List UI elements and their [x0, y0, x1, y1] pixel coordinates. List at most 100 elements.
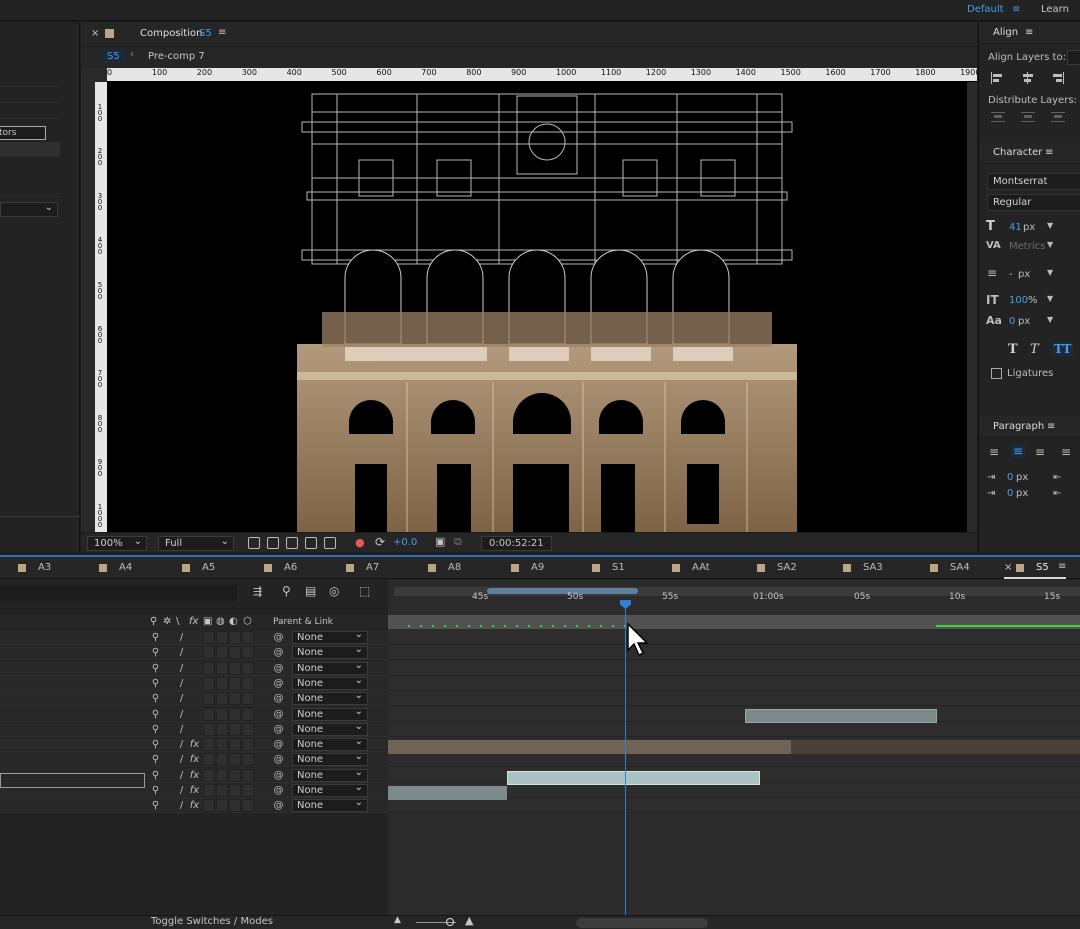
- layer-row[interactable]: ⚲ / fx @ None: [0, 751, 388, 768]
- region-of-interest-icon[interactable]: [305, 537, 317, 549]
- parent-dropdown[interactable]: None: [292, 706, 368, 721]
- effects-switch-icon[interactable]: fx: [189, 754, 200, 765]
- track-row[interactable]: [388, 630, 1080, 645]
- baseline-shift-value[interactable]: 0: [1009, 316, 1015, 327]
- composition-tab-title[interactable]: Composition: [140, 28, 202, 39]
- layer-duration-bar[interactable]: [745, 709, 937, 723]
- parent-dropdown[interactable]: None: [292, 751, 368, 767]
- mask-visibility-icon[interactable]: [286, 537, 298, 549]
- align-right-icon[interactable]: [1051, 72, 1065, 84]
- layer-row[interactable]: ⚲ / @ None: [0, 675, 388, 691]
- 3d-switch[interactable]: [242, 753, 254, 767]
- shy-switch-icon[interactable]: ⚲: [150, 724, 161, 735]
- chevron-down-icon[interactable]: ▼: [1047, 315, 1053, 324]
- shy-switch-icon[interactable]: ⚲: [150, 800, 161, 811]
- close-icon[interactable]: ×: [1004, 562, 1012, 573]
- pick-whip-icon[interactable]: @: [273, 709, 284, 720]
- horizontal-ruler[interactable]: 0 100 200 300 400 500 600 700 800 900 1000 1100 1200…: [107, 68, 980, 82]
- project-row[interactable]: [0, 182, 60, 197]
- pick-whip-icon[interactable]: @: [273, 754, 284, 765]
- pick-whip-icon[interactable]: @: [273, 678, 284, 689]
- motion-blur-switch[interactable]: [216, 784, 228, 797]
- layer-row[interactable]: ⚲ / @ None: [0, 644, 388, 661]
- frame-blend-switch[interactable]: [203, 768, 215, 782]
- workspace-default[interactable]: Default: [967, 4, 1004, 15]
- quality-switch-icon[interactable]: /: [176, 724, 187, 735]
- quality-switch-icon[interactable]: /: [176, 754, 187, 765]
- color-channel-icon[interactable]: ●: [355, 536, 365, 549]
- frame-blend-switch[interactable]: [203, 646, 215, 660]
- pick-whip-icon[interactable]: @: [273, 632, 284, 643]
- resolution-dropdown[interactable]: Full: [158, 535, 234, 551]
- parent-dropdown[interactable]: None: [292, 736, 368, 752]
- project-field[interactable]: tors: [0, 126, 46, 140]
- timeline-tracks[interactable]: 45s 50s 55s 01:00s 05s 10s 15s: [388, 580, 1080, 929]
- motion-blur-column-icon[interactable]: ◍: [216, 616, 225, 627]
- adjustment-switch[interactable]: [229, 661, 241, 675]
- timeline-tab-sa3[interactable]: SA3: [863, 562, 883, 573]
- 3d-switch[interactable]: [242, 692, 254, 706]
- indent-left-value[interactable]: 0: [1007, 472, 1013, 483]
- shy-switch-icon[interactable]: ⚲: [150, 647, 161, 658]
- track-row[interactable]: [388, 691, 1080, 707]
- fast-preview-icon[interactable]: [248, 537, 260, 549]
- parent-dropdown[interactable]: None: [292, 797, 368, 813]
- frame-blend-switch[interactable]: [203, 707, 215, 721]
- adjustment-switch[interactable]: [229, 784, 241, 797]
- track-row[interactable]: [388, 675, 1080, 691]
- align-horizontal-center-icon[interactable]: [1021, 72, 1035, 84]
- project-dropdown[interactable]: ⌄: [0, 202, 58, 217]
- parent-dropdown[interactable]: None: [292, 675, 368, 690]
- panel-menu-icon[interactable]: ≡: [1025, 22, 1033, 44]
- shy-icon[interactable]: ⚲: [150, 616, 157, 627]
- effects-icon[interactable]: fx: [189, 616, 198, 627]
- 3d-switch[interactable]: [242, 676, 254, 690]
- space-before-value[interactable]: 0: [1007, 488, 1013, 499]
- adjustment-switch[interactable]: [229, 692, 241, 706]
- 3d-switch[interactable]: [242, 646, 254, 660]
- comp-mini-flowchart-icon[interactable]: ⇶: [253, 585, 262, 598]
- faux-bold-button[interactable]: T: [1008, 342, 1018, 357]
- layer-search-input[interactable]: [0, 585, 237, 601]
- effects-switch-icon[interactable]: fx: [189, 770, 200, 781]
- zoom-slider-handle[interactable]: [446, 918, 454, 926]
- timeline-tab-a7[interactable]: A7: [366, 562, 379, 573]
- adjustment-switch[interactable]: [229, 753, 241, 767]
- frame-blend-switch[interactable]: [203, 692, 215, 706]
- shy-switch-icon[interactable]: ⚲: [150, 709, 161, 720]
- 3d-switch[interactable]: [242, 799, 254, 813]
- reset-exposure-icon[interactable]: ⟳: [375, 535, 385, 549]
- motion-blur-switch[interactable]: [216, 753, 228, 767]
- timeline-tab-a8[interactable]: A8: [448, 562, 461, 573]
- justify-text-icon[interactable]: ≡: [1061, 445, 1071, 459]
- composition-viewer[interactable]: 0 100 200 300 400 500 600 700 800 900 1000 1100 1200…: [81, 68, 980, 532]
- breadcrumb-current[interactable]: S5: [100, 50, 126, 63]
- adjustment-switch[interactable]: [229, 707, 241, 721]
- track-row[interactable]: [388, 645, 1080, 661]
- pick-whip-icon[interactable]: @: [273, 800, 284, 811]
- parent-dropdown[interactable]: None: [292, 782, 368, 797]
- layer-duration-bar[interactable]: [388, 740, 791, 754]
- layer-row[interactable]: ⚲ / @ None: [0, 629, 388, 645]
- snapshot-icon[interactable]: ▣: [435, 535, 445, 548]
- parent-dropdown[interactable]: None: [292, 721, 368, 736]
- pick-whip-icon[interactable]: @: [273, 739, 284, 750]
- timeline-tab-a6[interactable]: A6: [284, 562, 297, 573]
- frame-blend-switch[interactable]: [203, 784, 215, 797]
- quality-switch-icon[interactable]: /: [176, 693, 187, 704]
- frame-blend-switch[interactable]: [203, 661, 215, 675]
- layer-row[interactable]: ⚲ / @ None: [0, 690, 388, 707]
- show-snapshot-icon[interactable]: ⧉: [454, 535, 462, 549]
- zoom-out-icon[interactable]: ▲: [394, 915, 401, 925]
- chevron-down-icon[interactable]: ▼: [1047, 268, 1053, 277]
- layer-row[interactable]: ⚲ / fx @ None: [0, 797, 388, 814]
- 3d-switch[interactable]: [242, 631, 254, 644]
- distribute-vertical-center-icon[interactable]: [1021, 111, 1035, 123]
- parent-dropdown[interactable]: None: [292, 660, 368, 675]
- 3d-switch[interactable]: [242, 707, 254, 721]
- shy-switch-icon[interactable]: ⚲: [150, 754, 161, 765]
- 3d-switch[interactable]: [242, 738, 254, 752]
- project-row[interactable]: [0, 142, 60, 157]
- adjustment-switch[interactable]: [229, 768, 241, 782]
- quality-switch-icon[interactable]: /: [176, 647, 187, 658]
